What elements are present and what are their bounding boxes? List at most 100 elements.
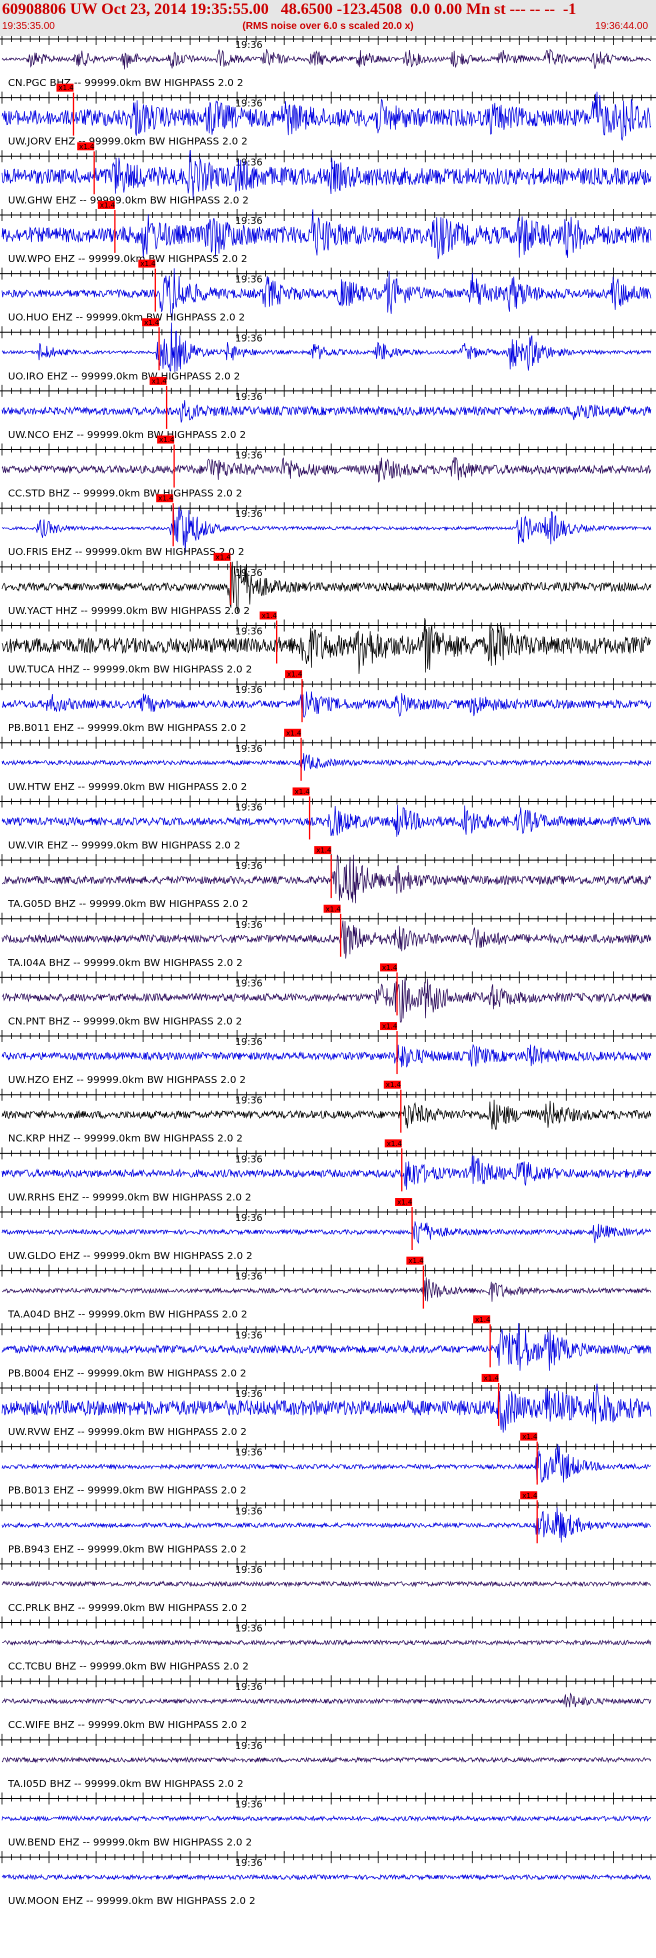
waveform-trace	[1, 1383, 652, 1433]
waveform-trace	[1, 209, 652, 260]
pick-label: x1.4	[58, 84, 74, 92]
channel-label: UW.MOON EHZ -- 99999.0km BW HIGHPASS 2.0…	[8, 1896, 255, 1907]
channel-label: TA.G05D BHZ -- 99999.0km BW HIGHPASS 2.0…	[7, 899, 248, 910]
waveform-trace	[2, 1639, 652, 1646]
plot-header: 60908806 UW Oct 23, 2014 19:35:55.00 48.…	[0, 0, 656, 36]
channel-label: UW.HZO EHZ -- 99999.0km BW HIGHPASS 2.0 …	[8, 1075, 246, 1086]
waveform-trace	[1, 1873, 651, 1881]
minute-tick-label: 19:36	[235, 1272, 262, 1283]
waveform-trace	[1, 1815, 652, 1823]
minute-tick-label: 19:36	[235, 1506, 262, 1517]
waveform-trace	[1, 457, 652, 483]
pick-label: x1.4	[286, 729, 302, 737]
waveform-trace	[1, 1444, 652, 1483]
minute-tick-label: 19:36	[235, 1800, 262, 1811]
channel-label: CN.PNT BHZ -- 99999.0km BW HIGHPASS 2.0 …	[8, 1016, 242, 1027]
pick-label: x1.4	[287, 671, 303, 679]
pick-label: x1.4	[159, 436, 175, 444]
channel-label: TA.A04D BHZ -- 99999.0km BW HIGHPASS 2.0…	[7, 1310, 247, 1321]
pick-label: x1.4	[397, 1199, 413, 1207]
rms-note: (RMS noise over 6.0 s scaled 20.0 x)	[242, 21, 414, 32]
waveform-trace	[1, 804, 651, 837]
channel-label: UW.RVW EHZ -- 99999.0km BW HIGHPASS 2.0 …	[8, 1427, 247, 1438]
channel-label: TA.I04A BHZ -- 99999.0km BW HIGHPASS 2.0…	[7, 958, 243, 969]
channel-label: UW.GHW EHZ -- 99999.0km BW HIGHPASS 2.0 …	[8, 195, 249, 206]
pick-label: x1.4	[522, 1492, 538, 1500]
channel-label: PB.B943 EHZ -- 99999.0km BW HIGHPASS 2.0…	[8, 1544, 246, 1555]
channel-label: UO.HUO EHZ -- 99999.0km BW HIGHPASS 2.0 …	[8, 313, 245, 324]
waveform-trace	[1, 91, 652, 142]
minute-tick-label: 19:36	[235, 978, 262, 989]
minute-tick-label: 19:36	[235, 1624, 262, 1635]
waveform-trace	[1, 920, 652, 959]
pick-label: x1.4	[262, 612, 278, 620]
minute-tick-label: 19:36	[235, 99, 262, 110]
pick-label: x1.4	[386, 1081, 402, 1089]
waveform-trace	[1, 1507, 652, 1543]
minute-tick-label: 19:36	[235, 1682, 262, 1693]
minute-tick-label: 19:36	[235, 744, 262, 755]
channel-label: UW.BEND EHZ -- 99999.0km BW HIGHPASS 2.0…	[8, 1838, 252, 1849]
channel-label: UW.JORV EHZ -- 99999.0km BW HIGHPASS 2.0…	[8, 137, 248, 148]
pick-label: x1.4	[382, 964, 398, 972]
pick-label: x1.4	[158, 495, 174, 503]
waveform-trace	[1, 1756, 652, 1764]
event-title: 60908806 UW Oct 23, 2014 19:35:55.00 48.…	[2, 1, 577, 18]
waveform-trace	[1, 1043, 652, 1068]
waveform-trace	[1, 149, 652, 199]
minute-tick-label: 19:36	[235, 1741, 262, 1752]
channel-label: UW.GLDO EHZ -- 99999.0km BW HIGHPASS 2.0…	[8, 1251, 253, 1262]
minute-tick-label: 19:36	[235, 1154, 262, 1165]
pick-label: x1.4	[475, 1316, 491, 1324]
channel-label: UO.IRO EHZ -- 99999.0km BW HIGHPASS 2.0 …	[8, 371, 240, 382]
seismogram-plot: 19:36 CN.PGC BHZ -- 99999.0km BW HIGHPASS…	[0, 36, 656, 1907]
channel-label: CC.WIFE BHZ -- 99999.0km BW HIGHPASS 2.0…	[8, 1720, 247, 1731]
pick-label: x1.4	[387, 1140, 403, 1148]
channel-label: PB.B011 EHZ -- 99999.0km BW HIGHPASS 2.0…	[8, 723, 246, 734]
minute-tick-label: 19:36	[235, 1213, 262, 1224]
minute-tick-label: 19:36	[235, 509, 262, 520]
waveform-trace	[1, 854, 652, 904]
waveform-trace	[1, 505, 652, 554]
pick-label: x1.4	[316, 847, 332, 855]
minute-tick-label: 19:36	[235, 1565, 262, 1576]
axis-ticks	[1, 36, 652, 45]
channel-label: PB.B013 EHZ -- 99999.0km BW HIGHPASS 2.0…	[8, 1486, 246, 1497]
channel-label: CC.TCBU BHZ -- 99999.0km BW HIGHPASS 2.0…	[8, 1662, 249, 1673]
waveform-trace	[1, 691, 652, 718]
end-time: 19:36:44.00	[595, 21, 648, 32]
pick-label: x1.4	[152, 377, 168, 385]
pick-label: x1.4	[382, 1023, 398, 1031]
minute-tick-label: 19:36	[235, 685, 262, 696]
minute-tick-label: 19:36	[235, 1389, 262, 1400]
waveform-trace	[1, 1277, 652, 1302]
minute-tick-label: 19:36	[235, 1330, 262, 1341]
minute-tick-label: 19:36	[235, 802, 262, 813]
channel-label: NC.KRP HHZ -- 99999.0km BW HIGHPASS 2.0 …	[8, 1134, 243, 1145]
pick-label: x1.4	[100, 201, 116, 209]
waveform-trace	[1, 753, 652, 771]
minute-tick-label: 19:36	[235, 861, 262, 872]
minute-tick-label: 19:36	[235, 627, 262, 638]
pick-label: x1.4	[326, 905, 342, 913]
channel-label: CC.PRLK BHZ -- 99999.0km BW HIGHPASS 2.0…	[8, 1603, 247, 1614]
waveform-trace	[1, 1580, 652, 1588]
channel-label: UW.HTW EHZ -- 99999.0km BW HIGHPASS 2.0 …	[8, 782, 247, 793]
pick-label: x1.4	[216, 553, 232, 561]
channel-label: UW.VIR EHZ -- 99999.0km BW HIGHPASS 2.0 …	[8, 840, 240, 851]
minute-tick-label: 19:36	[235, 1448, 262, 1459]
waveform-trace	[1, 1155, 652, 1190]
waveform-trace	[1, 400, 652, 423]
waveform-trace	[1, 1099, 652, 1130]
minute-tick-label: 19:36	[235, 920, 262, 931]
minute-tick-label: 19:36	[235, 40, 262, 51]
pick-label: x1.4	[295, 788, 311, 796]
channel-label: CC.STD BHZ -- 99999.0km BW HIGHPASS 2.0 …	[8, 489, 242, 500]
channel-label: UO.FRIS EHZ -- 99999.0km BW HIGHPASS 2.0…	[8, 547, 244, 558]
minute-tick-label: 19:36	[235, 157, 262, 168]
channel-label: UW.NCO EHZ -- 99999.0km BW HIGHPASS 2.0 …	[8, 430, 246, 441]
pick-label: x1.4	[140, 260, 156, 268]
minute-tick-label: 19:36	[235, 451, 262, 462]
minute-tick-label: 19:36	[235, 216, 262, 227]
waveform-trace	[1, 322, 652, 372]
